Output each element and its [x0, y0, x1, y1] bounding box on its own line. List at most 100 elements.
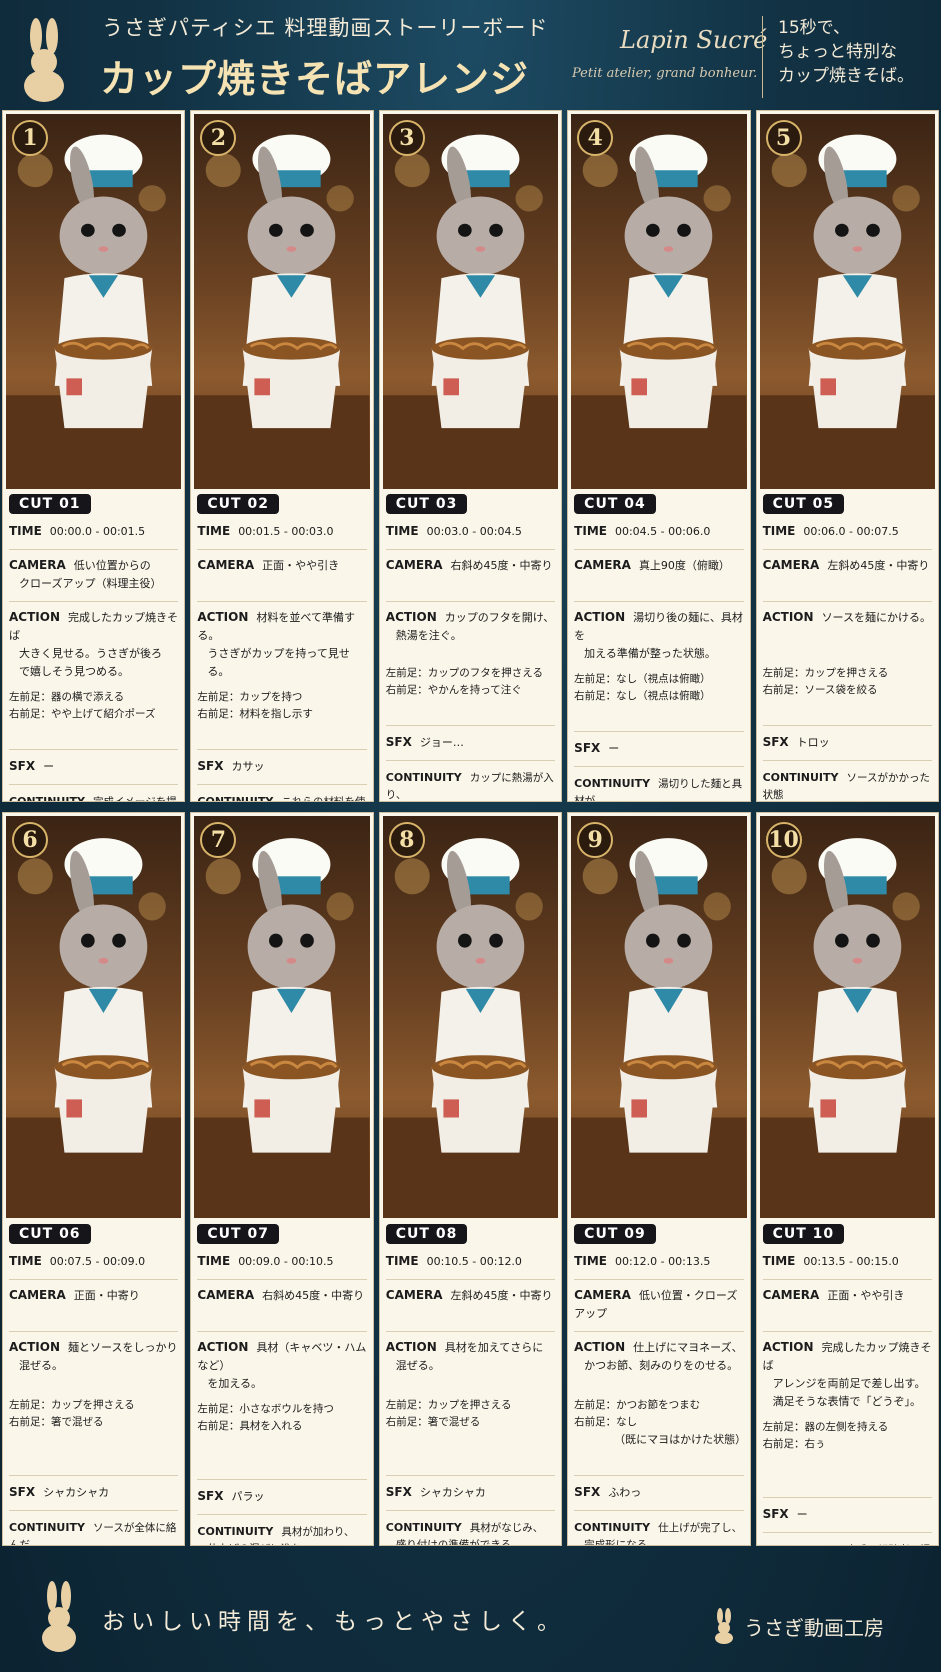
- action-label: ACTION: [574, 610, 626, 624]
- cut-image: 10: [759, 816, 935, 1218]
- paw-directions: 左前足：カップを持つ 右前足：材料を指し示す: [197, 687, 367, 750]
- camera-line: CAMERA 正面・やや引き: [762, 1288, 905, 1302]
- cut-details: CUT 09 TIME 00:12.0 - 00:13.5 CAMERA 低い位置・クロ…: [574, 1223, 747, 1546]
- continuity-row: CONTINUITY具材が加わり、仕上げの混ぜに進む。: [197, 1515, 366, 1545]
- cut-image: 5: [759, 114, 935, 489]
- storyboard-card[interactable]: 5 CUT 05 TIME 00:06.0 - 00:07.5 CAMERA 左斜め45度…: [755, 110, 939, 802]
- camera-row: CAMERA 正面・やや引き: [762, 1280, 932, 1332]
- sfx-row: SFX シャカシャカ: [9, 1476, 179, 1511]
- continuity-label: CONTINUITY: [385, 1521, 462, 1534]
- cut-tag: CUT 07: [197, 1224, 279, 1244]
- time-row: TIME 00:00.0 - 00:01.5: [9, 514, 179, 550]
- action-line: 混ぜる。: [395, 1359, 440, 1372]
- sfx-label: SFX: [385, 1485, 412, 1499]
- action-label: ACTION: [762, 610, 814, 624]
- camera-row: CAMERA 低い位置からの クローズアップ（料理主役）: [9, 550, 179, 602]
- paw-directions: 左前足：カップを押さえる 右前足：箸で混ぜる: [9, 1395, 179, 1476]
- storyboard-card[interactable]: 3 CUT 03 TIME 00:03.0 - 00:04.5 CAMERA 右斜め45度…: [378, 110, 563, 802]
- paw-directions: 左前足：かつお節をつまむ 右前足：なし （既にマヨはかけた状態）: [574, 1395, 747, 1476]
- cut-number-badge: 4: [577, 120, 614, 156]
- right-paw: 右前足：やかんを持って注ぐ: [385, 684, 522, 696]
- paw-directions: 左前足：カップを押さえる 右前足：箸で混ぜる: [385, 1395, 556, 1476]
- action-row: ACTION 完成したカップ焼きそば アレンジを両前足で差し出す。 満足そうな表情で「…: [763, 1332, 932, 1417]
- storyboard-row-1: 1 CUT 01 TIME 00:00.0 - 00:01.5 CAMERA 低い位置から…: [2, 110, 939, 802]
- left-paw: 左前足：カップを押さえる: [762, 667, 889, 679]
- continuity-line: CONTINUITY カップに熱湯が入り、: [385, 771, 554, 801]
- sfx-row: SFX パラッ: [197, 1480, 367, 1515]
- continuity-line: CONTINUITY 具材が加わり、: [197, 1525, 355, 1538]
- left-paw: 左前足：カップを持つ: [197, 691, 303, 703]
- action-row: ACTION 具材を加えてさらに 混ぜる。: [386, 1332, 555, 1395]
- time-label: TIME: [574, 524, 607, 538]
- storyboard-card[interactable]: 2 CUT 02 TIME 00:01.5 - 00:03.0 CAMERA 正面・やや引…: [190, 110, 374, 802]
- storyboard-card[interactable]: 4 CUT 04 TIME 00:04.5 - 00:06.0 CAMERA 真上90度（…: [567, 110, 751, 802]
- left-paw: 左前足：カップのフタを押さえる: [385, 667, 543, 679]
- right-paw: 右前足：やや上げて紹介ポーズ: [9, 708, 156, 720]
- camera-label: CAMERA: [385, 1288, 443, 1302]
- camera-row: CAMERA 左斜め45度・中寄り: [385, 1280, 556, 1332]
- continuity-line: CONTINUITY完成。視聴者に提供して: [763, 1541, 932, 1545]
- time-value: 00:09.0 - 00:10.5: [238, 1255, 334, 1268]
- time-value: 00:03.0 - 00:04.5: [426, 525, 522, 538]
- time-label: TIME: [574, 1254, 607, 1268]
- action-label: ACTION: [9, 1340, 60, 1354]
- cut-tag: CUT 08: [385, 1224, 468, 1244]
- sfx-value: ー: [796, 1508, 808, 1521]
- storyboard-card[interactable]: 9 CUT 09 TIME 00:12.0 - 00:13.5 CAMERA 低い位置・ク…: [567, 812, 751, 1546]
- action-row: ACTION 湯切り後の麺に、具材を 加える準備が整った状態。: [574, 602, 743, 669]
- continuity-row: CONTINUITY完成。視聴者に提供して動画の締め。: [763, 1533, 932, 1545]
- action-label: ACTION: [762, 1340, 814, 1354]
- continuity-row: CONTINUITY 仕上げが完了し、完成形になる。: [574, 1511, 743, 1546]
- rabbit-chef-illustration: [571, 134, 747, 489]
- rabbit-chef-illustration: [382, 134, 559, 489]
- time-label: TIME: [9, 1254, 42, 1268]
- continuity-row: CONTINUITYこれらの材料を使ってアレンジすることを示す。: [197, 785, 366, 801]
- cut-image: 9: [571, 816, 747, 1218]
- right-paw: 右前足：ソース袋を絞る: [762, 684, 878, 696]
- right-paw: 右前足：箸で混ぜる: [9, 1416, 104, 1428]
- storyboard-card[interactable]: 8 CUT 08 TIME 00:10.5 - 00:12.0 CAMERA 左斜め45度…: [378, 812, 563, 1546]
- cut-tag: CUT 04: [574, 494, 656, 514]
- sfx-value: シャカシャカ: [43, 1486, 110, 1499]
- action-label: ACTION: [197, 610, 249, 624]
- continuity-line: CONTINUITYこれらの材料を使って: [197, 793, 366, 801]
- action-line: ACTION 完成したカップ焼きそば: [762, 1340, 932, 1372]
- storyboard-card[interactable]: 7 CUT 07 TIME 00:09.0 - 00:10.5 CAMERA 右斜め45度…: [190, 812, 374, 1546]
- sfx-row: SFX ー: [574, 732, 744, 767]
- sfx-value: ー: [608, 742, 620, 755]
- cut-tag: CUT 03: [385, 494, 468, 514]
- page-title: カップ焼きそばアレンジ: [100, 56, 530, 101]
- paw-directions: 左前足：カップを押さえる 右前足：ソース袋を絞る: [762, 663, 932, 726]
- storyboard-card[interactable]: 1 CUT 01 TIME 00:00.0 - 00:01.5 CAMERA 低い位置から…: [2, 110, 186, 802]
- right-paw-note: （既にマヨはかけた状態）: [614, 1433, 747, 1446]
- header: うさぎパティシエ 料理動画ストーリーボード カップ焼きそばアレンジ Lapin …: [0, 0, 941, 108]
- cut-number-badge: 3: [388, 120, 425, 156]
- sfx-value: ふわっ: [608, 1486, 642, 1499]
- sfx-row: SFX ふわっ: [574, 1476, 744, 1511]
- cut-details: CUT 10 TIME 00:13.5 - 00:15.0 CAMERA 正面・やや引き…: [762, 1223, 932, 1545]
- action-line: で嬉しそう見つめる。: [19, 665, 129, 678]
- time-row: TIME 00:04.5 - 00:06.0: [574, 514, 744, 550]
- camera-line: CAMERA 低い位置・クローズアップ: [574, 1288, 738, 1320]
- action-line: 混ぜる。: [19, 1359, 63, 1372]
- storyboard-card[interactable]: 10 CUT 10 TIME 00:13.5 - 00:15.0 CAMERA 正面・やや…: [755, 812, 939, 1546]
- storyboard-card[interactable]: 6 CUT 06 TIME 00:07.5 - 00:09.0 CAMERA 正面・中寄り…: [2, 812, 186, 1546]
- continuity-label: CONTINUITY: [574, 777, 651, 790]
- sfx-label: SFX: [385, 735, 412, 749]
- promo-text: 15秒で、 ちょっと特別な カップ焼きそば。: [778, 16, 914, 88]
- sfx-row: SFX ー: [9, 750, 179, 785]
- cut-image: 3: [382, 114, 559, 489]
- time-value: 00:12.0 - 00:13.5: [614, 1255, 711, 1268]
- cut-details: CUT 08 TIME 00:10.5 - 00:12.0 CAMERA 左斜め45度・…: [385, 1223, 556, 1545]
- rabbit-chef-illustration: [759, 838, 935, 1218]
- rabbit-chef-illustration: [571, 838, 747, 1218]
- continuity-line: 完成形になる。: [584, 1539, 658, 1546]
- camera-label: CAMERA: [574, 1288, 631, 1302]
- left-paw: 左前足：器の横で添える: [9, 691, 125, 703]
- cut-number-badge: 9: [577, 822, 614, 858]
- action-label: ACTION: [197, 1340, 249, 1354]
- action-label: ACTION: [9, 610, 60, 624]
- cut-details: CUT 04 TIME 00:04.5 - 00:06.0 CAMERA 真上90度（俯…: [574, 493, 744, 801]
- continuity-row: CONTINUITYカップに熱湯が入り、数分待つ状態になる。: [385, 761, 555, 801]
- continuity-line: CONTINUITY 仕上げが完了し、: [574, 1521, 743, 1534]
